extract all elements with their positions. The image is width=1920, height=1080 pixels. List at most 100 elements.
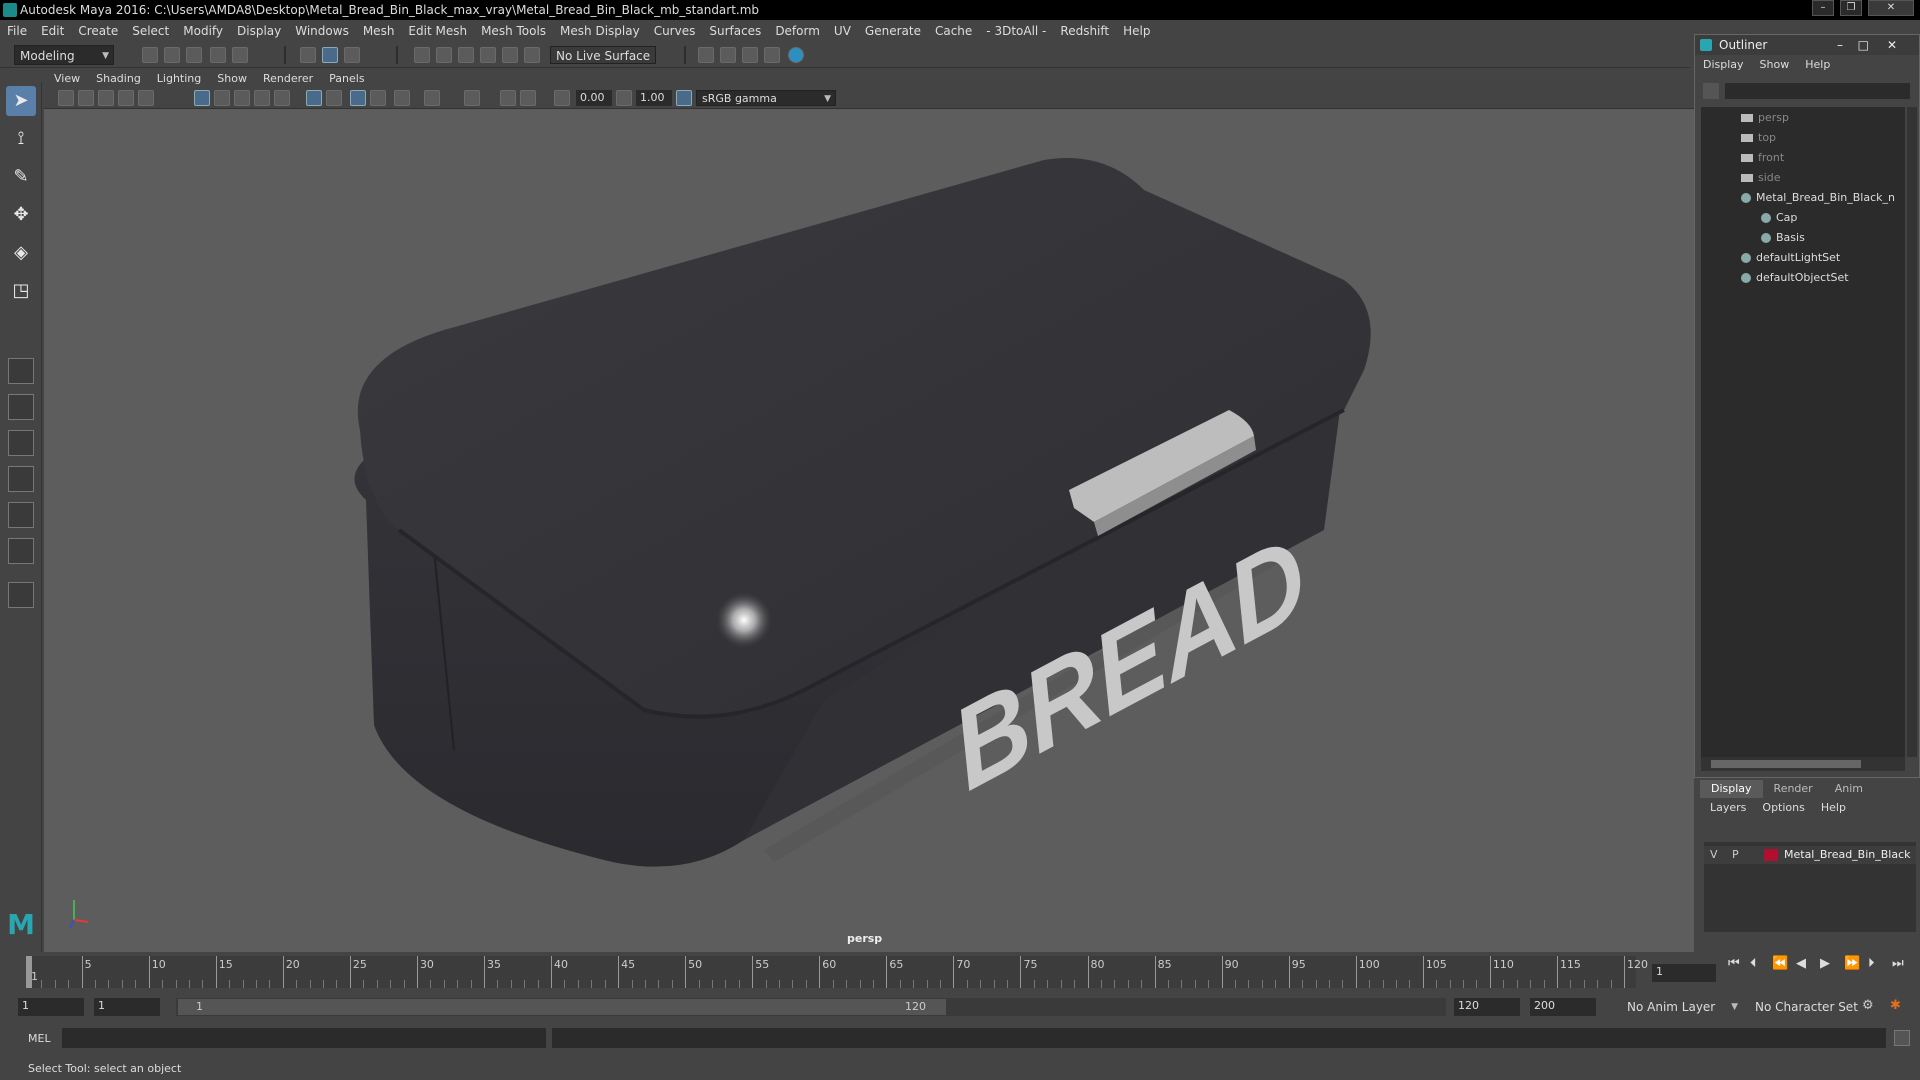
new-scene-icon[interactable]	[142, 47, 158, 63]
panel-menu-show[interactable]: Show	[211, 70, 253, 87]
menu-curves[interactable]: Curves	[647, 21, 703, 41]
outliner-hscrollbar[interactable]	[1701, 757, 1905, 771]
play-forward-icon[interactable]: ▶	[1820, 956, 1830, 971]
anim-layer-dropdown[interactable]: No Anim Layer ▼	[1622, 998, 1742, 1016]
safe-action-icon[interactable]	[500, 90, 516, 106]
hypershade-icon[interactable]	[764, 47, 780, 63]
menu-create[interactable]: Create	[71, 21, 125, 41]
open-scene-icon[interactable]	[164, 47, 180, 63]
outliner-vscrollbar[interactable]	[1907, 107, 1917, 757]
step-back-icon[interactable]: ⏴	[1750, 956, 1757, 971]
snap-projected-icon[interactable]	[480, 47, 496, 63]
toggle-layout-icon[interactable]	[8, 582, 34, 608]
paint-select-icon[interactable]: ✎	[6, 162, 36, 192]
filter-icon[interactable]	[1703, 83, 1719, 99]
redshift-icon[interactable]	[788, 47, 804, 63]
command-input[interactable]	[62, 1028, 546, 1048]
rotate-tool-icon[interactable]: ◈	[6, 238, 36, 268]
outliner-item[interactable]: Basis	[1761, 229, 1805, 247]
tab-anim[interactable]: Anim	[1824, 780, 1874, 798]
panel-menu-shading[interactable]: Shading	[90, 70, 147, 87]
playback-end-field[interactable]: 120	[1454, 998, 1520, 1016]
step-forward-key-icon[interactable]: ⏩	[1844, 956, 1860, 971]
select-tool-icon[interactable]: ➤	[6, 86, 36, 116]
current-frame-marker[interactable]	[26, 956, 32, 988]
mode-dropdown[interactable]: Modeling ▼	[14, 45, 114, 65]
view-transform-dropdown[interactable]: sRGB gamma ▼	[696, 90, 836, 106]
camera-select-icon[interactable]	[58, 90, 74, 106]
snap-view-plane-icon[interactable]	[502, 47, 518, 63]
depth-of-field-icon[interactable]	[424, 90, 440, 106]
script-language-label[interactable]: MEL	[28, 1032, 51, 1045]
menu-edit-mesh[interactable]: Edit Mesh	[401, 21, 474, 41]
color-management-icon[interactable]	[676, 90, 692, 106]
outliner-menu-show[interactable]: Show	[1752, 55, 1798, 75]
maximize-icon[interactable]: □	[1858, 35, 1869, 55]
current-frame-field[interactable]: 1	[1652, 964, 1716, 982]
save-scene-icon[interactable]	[186, 47, 202, 63]
step-forward-icon[interactable]: ⏵	[1868, 956, 1875, 971]
time-ruler[interactable]: 1 5 10 15 20 25 30 35 40 45 50 55 60 65 70 75 80 85 90 95 10…	[26, 956, 1648, 988]
panel-menu-lighting[interactable]: Lighting	[151, 70, 207, 87]
undo-icon[interactable]	[210, 47, 226, 63]
grid-toggle-icon[interactable]	[138, 90, 154, 106]
select-object-icon[interactable]	[322, 47, 338, 63]
outliner-menu-help[interactable]: Help	[1797, 55, 1838, 75]
3d-viewport[interactable]: BREAD persp	[44, 110, 1694, 952]
lasso-tool-icon[interactable]: ⟟	[6, 124, 36, 154]
menu-help[interactable]: Help	[1116, 21, 1157, 41]
menu-select[interactable]: Select	[125, 21, 176, 41]
outliner-search-input[interactable]	[1725, 83, 1910, 99]
four-view-icon[interactable]	[8, 394, 34, 420]
outliner-item[interactable]: defaultLightSet	[1741, 249, 1840, 267]
start-time-field[interactable]: 1	[18, 998, 84, 1016]
exposure-field[interactable]: 0.00	[576, 90, 612, 106]
tab-display[interactable]: Display	[1700, 780, 1763, 798]
redo-icon[interactable]	[232, 47, 248, 63]
single-view-icon[interactable]	[8, 358, 34, 384]
panel-menu-panels[interactable]: Panels	[323, 70, 370, 87]
exposure-icon[interactable]	[554, 90, 570, 106]
make-live-icon[interactable]	[524, 47, 540, 63]
outliner-item[interactable]: persp	[1741, 109, 1789, 127]
film-gate-icon[interactable]	[520, 90, 536, 106]
lighting-icon[interactable]	[254, 90, 270, 106]
layer-menu-options[interactable]: Options	[1754, 798, 1812, 818]
render-settings-icon[interactable]	[742, 47, 758, 63]
wireframe-icon[interactable]	[194, 90, 210, 106]
bookmark-icon[interactable]	[98, 90, 114, 106]
anti-alias-icon[interactable]	[394, 90, 410, 106]
ambient-occlusion-icon[interactable]	[350, 90, 366, 106]
go-to-end-icon[interactable]: ⏭	[1892, 956, 1904, 971]
character-set-dropdown[interactable]: No Character Set	[1750, 998, 1870, 1016]
snap-point-icon[interactable]	[458, 47, 474, 63]
range-slider-handle[interactable]: 1 120	[178, 999, 946, 1015]
gamma-icon[interactable]	[616, 90, 632, 106]
time-slider[interactable]: 1 5 10 15 20 25 30 35 40 45 50 55 60 65 70 75 80 85 90 95 10…	[0, 952, 1920, 990]
auto-key-icon[interactable]: ✱	[1890, 998, 1901, 1013]
smooth-shade-icon[interactable]	[214, 90, 230, 106]
menu-edit[interactable]: Edit	[34, 21, 71, 41]
step-back-key-icon[interactable]: ⏪	[1772, 956, 1788, 971]
play-backward-icon[interactable]: ◀	[1796, 956, 1806, 971]
tab-render[interactable]: Render	[1763, 780, 1824, 798]
graph-layout-icon[interactable]	[8, 466, 34, 492]
menu-mesh-tools[interactable]: Mesh Tools	[474, 21, 553, 41]
resolution-gate-icon[interactable]	[464, 90, 480, 106]
layer-visibility-toggle[interactable]: V	[1710, 846, 1718, 864]
menu-modify[interactable]: Modify	[176, 21, 230, 41]
script-layout-icon[interactable]	[8, 538, 34, 564]
layer-color-swatch[interactable]	[1764, 849, 1778, 861]
menu-mesh-display[interactable]: Mesh Display	[553, 21, 647, 41]
menu-mesh[interactable]: Mesh	[356, 21, 402, 41]
menu-uv[interactable]: UV	[827, 21, 858, 41]
outliner-item[interactable]: front	[1741, 149, 1784, 167]
layer-menu-help[interactable]: Help	[1813, 798, 1854, 818]
scrollbar-thumb[interactable]	[1711, 760, 1861, 768]
range-slider[interactable]: 1 120	[176, 998, 1446, 1016]
select-component-icon[interactable]	[344, 47, 360, 63]
select-hierarchy-icon[interactable]	[300, 47, 316, 63]
outliner-item[interactable]: side	[1741, 169, 1781, 187]
snap-grid-icon[interactable]	[414, 47, 430, 63]
menu-3dtoall[interactable]: - 3DtoAll -	[979, 21, 1053, 41]
